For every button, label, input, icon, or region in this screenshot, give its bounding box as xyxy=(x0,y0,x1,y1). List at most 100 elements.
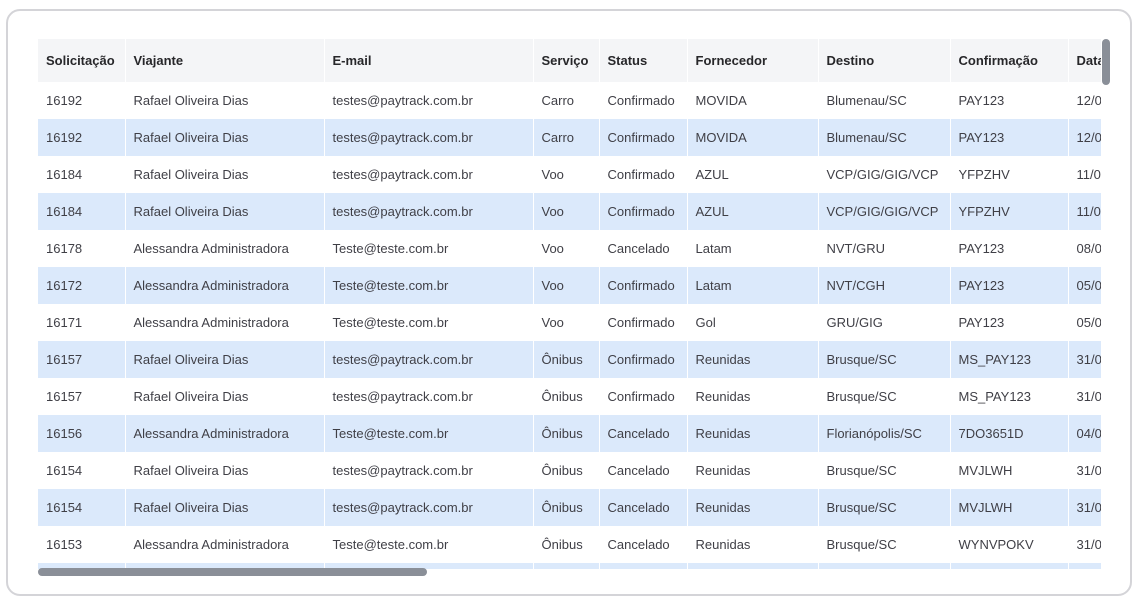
table-row[interactable]: 16192 Rafael Oliveira Dias testes@paytrack… xyxy=(38,119,1101,156)
reservations-table: Solicitação Viajante E-mail Serviço Stat… xyxy=(38,39,1101,569)
cell-servico: Ônibus xyxy=(532,452,599,489)
cell-confirmacao: MVJLWH xyxy=(949,452,1068,489)
cell-confirmacao: PAY123 xyxy=(949,230,1068,267)
table-row[interactable]: 16192 Rafael Oliveira Dias testes@paytrack… xyxy=(38,82,1101,119)
table-row[interactable]: 16154 Rafael Oliveira Dias testes@paytrack… xyxy=(38,489,1101,526)
cell-destino: Brusque/SC xyxy=(817,341,950,378)
column-header-viajante[interactable]: Viajante xyxy=(124,39,324,82)
column-header-confirmacao[interactable]: Confirmação xyxy=(949,39,1068,82)
column-header-email[interactable]: E-mail xyxy=(323,39,533,82)
column-header-status[interactable]: Status xyxy=(598,39,687,82)
cell-servico: Carro xyxy=(532,119,599,156)
column-header-solicitacao[interactable]: Solicitação xyxy=(38,39,125,82)
cell-servico: Voo xyxy=(532,156,599,193)
cell-data: 11/0 xyxy=(1067,193,1101,230)
cell-servico: Carro xyxy=(532,82,599,119)
column-header-servico[interactable]: Serviço xyxy=(532,39,599,82)
cell-viajante: Alessandra Administradora xyxy=(124,230,324,267)
cell-solicitacao: 16154 xyxy=(46,463,83,478)
cell-status: Cancelado xyxy=(598,415,687,452)
cell-status: Cancelado xyxy=(598,526,687,563)
cell-viajante: Alessandra Administradora xyxy=(124,304,324,341)
cell-data: 31/0 xyxy=(1067,341,1101,378)
cell-viajante: Rafael Oliveira Dias xyxy=(124,452,324,489)
vertical-scrollbar-thumb[interactable] xyxy=(1102,39,1110,85)
cell-destino: Brusque/SC xyxy=(817,378,950,415)
cell-email: testes@paytrack.com.br xyxy=(323,378,533,415)
cell-status: Confirmado xyxy=(598,341,687,378)
cell-solicitacao: 16153 xyxy=(46,537,83,552)
table-row[interactable]: 16171 Alessandra Administradora Teste@test… xyxy=(38,304,1101,341)
cell-servico: Ônibus xyxy=(532,489,599,526)
cell-destino: Blumenau/SC xyxy=(817,119,950,156)
cell-viajante: Alessandra Administradora xyxy=(124,526,324,563)
cell-servico: Voo xyxy=(532,267,599,304)
cell-confirmacao: 7DO3651D xyxy=(949,415,1068,452)
column-header-destino[interactable]: Destino xyxy=(817,39,950,82)
cell-solicitacao: 16184 xyxy=(46,167,83,182)
cell-viajante: Rafael Oliveira Dias xyxy=(124,82,324,119)
cell-email: Teste@teste.com.br xyxy=(323,230,533,267)
cell-fornecedor: Reunidas xyxy=(686,415,818,452)
cell-solicitacao: 16171 xyxy=(46,315,83,330)
table-row[interactable]: 16156 Alessandra Administradora Teste@test… xyxy=(38,415,1101,452)
cell-status: Cancelado xyxy=(598,230,687,267)
cell-data: 31/0 xyxy=(1067,489,1101,526)
cell-fornecedor: Latam xyxy=(686,230,818,267)
cell-confirmacao: YFPZHV xyxy=(949,156,1068,193)
cell-solicitacao: 16192 xyxy=(46,93,83,108)
table-row[interactable]: 16172 Alessandra Administradora Teste@test… xyxy=(38,267,1101,304)
cell-email: testes@paytrack.com.br xyxy=(323,489,533,526)
cell-viajante: Rafael Oliveira Dias xyxy=(124,489,324,526)
table-row[interactable]: 16154 Rafael Oliveira Dias testes@paytrack… xyxy=(38,452,1101,489)
column-header-fornecedor[interactable]: Fornecedor xyxy=(686,39,818,82)
cell-fornecedor: Latam xyxy=(686,267,818,304)
cell-fornecedor: Reunidas xyxy=(686,341,818,378)
cell-data: 08/0 xyxy=(1067,230,1101,267)
cell-confirmacao: WYNVPOKV xyxy=(949,526,1068,563)
horizontal-scrollbar-thumb[interactable] xyxy=(38,568,427,576)
cell-solicitacao: 16172 xyxy=(46,278,83,293)
cell-confirmacao: MS_PAY123 xyxy=(949,378,1068,415)
cell-destino: VCP/GIG/GIG/VCP xyxy=(817,156,950,193)
cell-viajante: Alessandra Administradora xyxy=(124,415,324,452)
table-row[interactable]: 16178 Alessandra Administradora Teste@test… xyxy=(38,230,1101,267)
cell-destino: Blumenau/SC xyxy=(817,82,950,119)
cell-confirmacao xyxy=(949,563,1068,569)
table-row[interactable]: 16157 Rafael Oliveira Dias testes@paytrack… xyxy=(38,378,1101,415)
cell-solicitacao: 16157 xyxy=(46,352,83,367)
table-row[interactable]: 16184 Rafael Oliveira Dias testes@paytrack… xyxy=(38,156,1101,193)
cell-confirmacao: PAY123 xyxy=(949,82,1068,119)
cell-destino: NVT/GRU xyxy=(817,230,950,267)
table-row[interactable]: 16153 Alessandra Administradora Teste@test… xyxy=(38,526,1101,563)
cell-fornecedor: Reunidas xyxy=(686,526,818,563)
cell-status: Cancelado xyxy=(598,452,687,489)
cell-servico: Voo xyxy=(532,304,599,341)
cell-data: 31/0 xyxy=(1067,452,1101,489)
cell-destino: Brusque/SC xyxy=(817,489,950,526)
table-row[interactable]: 16157 Rafael Oliveira Dias testes@paytrack… xyxy=(38,341,1101,378)
cell-solicitacao: 16157 xyxy=(46,389,83,404)
cell-data: 12/0 xyxy=(1067,119,1101,156)
cell-fornecedor: AZUL xyxy=(686,156,818,193)
table-row[interactable]: 16184 Rafael Oliveira Dias testes@paytrack… xyxy=(38,193,1101,230)
cell-email: testes@paytrack.com.br xyxy=(323,341,533,378)
cell-fornecedor: MOVIDA xyxy=(686,119,818,156)
cell-servico: Ô xyxy=(532,563,599,569)
cell-status: Confirmado xyxy=(598,193,687,230)
cell-solicitacao: 16154 xyxy=(46,500,83,515)
cell-solicitacao: 16156 xyxy=(46,426,83,441)
cell-destino xyxy=(817,563,950,569)
cell-email: testes@paytrack.com.br xyxy=(323,452,533,489)
table-body: 16192 Rafael Oliveira Dias testes@paytrack… xyxy=(38,82,1101,569)
cell-data xyxy=(1067,563,1101,569)
cell-destino: VCP/GIG/GIG/VCP xyxy=(817,193,950,230)
cell-destino: Brusque/SC xyxy=(817,526,950,563)
cell-destino: NVT/CGH xyxy=(817,267,950,304)
table-viewport: Solicitação Viajante E-mail Serviço Stat… xyxy=(38,39,1101,569)
cell-destino: GRU/GIG xyxy=(817,304,950,341)
column-header-data[interactable]: Data xyxy=(1067,39,1101,82)
cell-solicitacao: 16184 xyxy=(46,204,83,219)
cell-destino: Florianópolis/SC xyxy=(817,415,950,452)
cell-data: 05/0 xyxy=(1067,267,1101,304)
